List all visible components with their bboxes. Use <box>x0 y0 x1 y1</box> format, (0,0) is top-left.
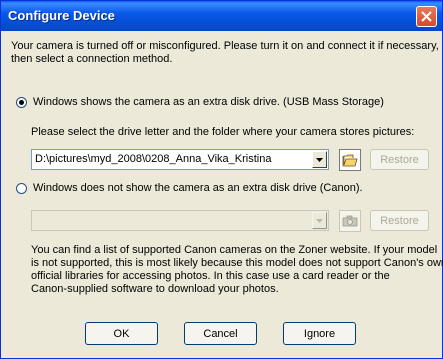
drive-folder-combo[interactable]: D:\pictures\myd_2008\0208_Anna_Vika_Kris… <box>31 149 329 170</box>
canon-label[interactable]: Windows does not show the camera as an e… <box>33 182 363 195</box>
drive-folder-value: D:\pictures\myd_2008\0208_Anna_Vika_Kris… <box>35 153 272 165</box>
ignore-label: Ignore <box>303 327 336 340</box>
browse-folder-button[interactable] <box>339 149 361 171</box>
canon-dropdown-arrow-button[interactable] <box>312 212 327 229</box>
usb-restore-label: Restore <box>380 153 419 166</box>
cancel-label: Cancel <box>203 327 238 340</box>
drive-folder-prompt: Please select the drive letter and the f… <box>31 126 415 138</box>
canon-device-combo[interactable] <box>31 210 329 231</box>
canon-restore-button[interactable]: Restore <box>370 210 429 231</box>
info-line-1: You can find a list of supported Canon c… <box>31 244 438 256</box>
ignore-button[interactable]: Ignore <box>283 322 356 345</box>
close-icon <box>421 11 432 22</box>
window-title: Configure Device <box>8 8 115 23</box>
canon-radio[interactable] <box>16 183 27 194</box>
canon-restore-label: Restore <box>380 214 419 227</box>
dropdown-arrow-button[interactable] <box>312 151 327 168</box>
chevron-down-icon <box>316 218 323 223</box>
camera-settings-button[interactable] <box>339 210 361 232</box>
usb-mass-storage-label[interactable]: Windows shows the camera as an extra dis… <box>33 96 384 109</box>
intro-line-2: then select a connection method. <box>11 53 173 65</box>
ok-button[interactable]: OK <box>85 322 158 345</box>
camera-icon <box>342 215 358 227</box>
info-line-2: is not supported, this is most likely be… <box>31 257 443 269</box>
info-line-3: official libraries for accessing photos.… <box>31 270 390 282</box>
close-button[interactable] <box>416 6 437 27</box>
title-bar[interactable]: Configure Device <box>1 1 442 31</box>
configure-device-dialog: Configure Device Your camera is turned o… <box>0 0 443 359</box>
folder-open-icon <box>342 154 358 167</box>
chevron-down-icon <box>316 157 323 162</box>
cancel-button[interactable]: Cancel <box>184 322 257 345</box>
usb-mass-storage-radio[interactable] <box>16 97 27 108</box>
intro-line-1: Your camera is turned off or misconfigur… <box>11 40 439 52</box>
usb-restore-button[interactable]: Restore <box>370 149 429 170</box>
info-line-4: Canon-supplied software to download your… <box>31 283 279 295</box>
ok-label: OK <box>113 327 130 340</box>
